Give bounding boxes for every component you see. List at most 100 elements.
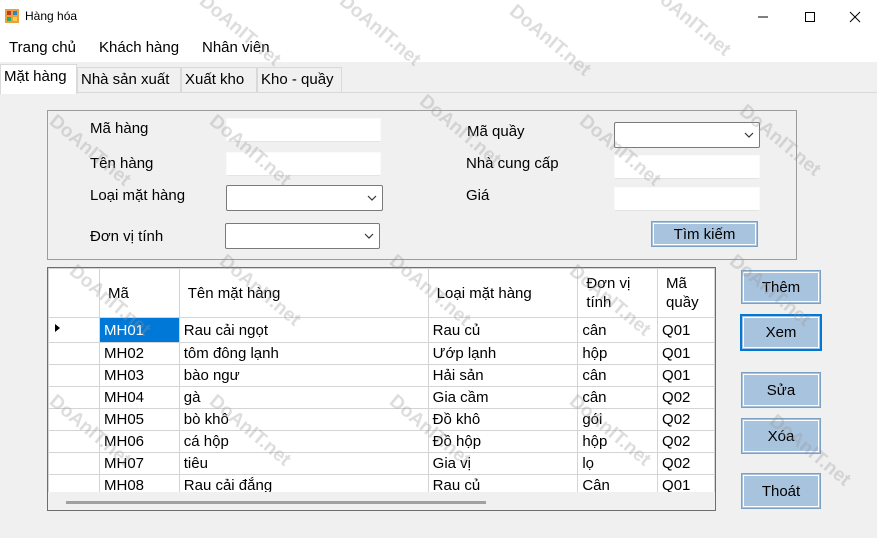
chevron-down-icon	[744, 132, 754, 138]
grid-table: Mã Tên mặt hàng Loại mặt hàng Đơn vị tín…	[48, 268, 715, 497]
cell-don-vi-tinh[interactable]: lọ	[577, 452, 659, 475]
table-row[interactable]: MH03 bào ngư Hải sản cân Q01	[48, 364, 715, 387]
search-button[interactable]: Tìm kiếm	[651, 221, 758, 247]
window-title: Hàng hóa	[25, 9, 78, 23]
close-icon	[849, 11, 861, 23]
cell-ma[interactable]: MH05	[99, 408, 180, 431]
row-header-corner	[48, 268, 100, 318]
xem-button[interactable]: Xem	[740, 314, 822, 351]
cell-ma[interactable]: MH07	[99, 452, 180, 475]
table-row[interactable]: MH06 cá hộp Đồ hộp hộp Q02	[48, 430, 715, 453]
minimize-icon	[758, 16, 768, 18]
thoat-button[interactable]: Thoát	[741, 473, 821, 509]
tab-xuat-kho[interactable]: Xuất kho	[181, 67, 257, 93]
ten-hang-label: Tên hàng	[90, 155, 154, 172]
cell-ma-quay[interactable]: Q02	[657, 430, 715, 453]
cell-loai-mat-hang[interactable]: Gia cầm	[427, 386, 579, 409]
ma-hang-input[interactable]	[226, 118, 381, 142]
row-header[interactable]	[48, 430, 100, 453]
row-header[interactable]	[48, 364, 100, 387]
menu-item-trang-chu[interactable]: Trang chủ	[9, 39, 76, 56]
table-row[interactable]: MH04 gà Gia cầm cân Q02	[48, 386, 715, 409]
cell-loai-mat-hang[interactable]: Rau củ	[427, 317, 579, 343]
don-vi-tinh-select[interactable]	[225, 223, 380, 249]
cell-don-vi-tinh[interactable]: cân	[577, 364, 659, 387]
cell-loai-mat-hang[interactable]: Đồ hộp	[427, 430, 579, 453]
cell-ten-mat-hang[interactable]: bào ngư	[178, 364, 429, 387]
cell-loai-mat-hang[interactable]: Gia vị	[427, 452, 579, 475]
loai-mat-hang-select[interactable]	[226, 185, 383, 211]
row-header[interactable]	[48, 342, 100, 365]
cell-loai-mat-hang[interactable]: Đồ khô	[427, 408, 579, 431]
menu-item-khach-hang[interactable]: Khách hàng	[99, 39, 179, 56]
cell-don-vi-tinh[interactable]: cân	[577, 317, 659, 343]
table-row[interactable]: MH01 Rau cải ngọt Rau củ cân Q01	[48, 317, 715, 343]
tab-nha-san-xuat[interactable]: Nhà sản xuất	[77, 67, 181, 93]
table-row[interactable]: MH07 tiêu Gia vị lọ Q02	[48, 452, 715, 475]
menu-item-nhan-vien[interactable]: Nhân viên	[202, 39, 270, 56]
loai-mat-hang-label: Loại mặt hàng	[90, 187, 186, 204]
tab-kho-quay[interactable]: Kho - quầy	[257, 67, 342, 93]
gia-input[interactable]	[614, 187, 760, 211]
cell-ma[interactable]: MH04	[99, 386, 180, 409]
maximize-icon	[805, 12, 815, 22]
cell-ten-mat-hang[interactable]: Rau cải ngọt	[178, 317, 429, 343]
table-row[interactable]: MH02 tôm đông lạnh Ướp lạnh hộp Q01	[48, 342, 715, 365]
table-row[interactable]: MH05 bò khô Đồ khô gói Q02	[48, 408, 715, 431]
row-header[interactable]	[48, 317, 100, 343]
cell-loai-mat-hang[interactable]: Ướp lạnh	[427, 342, 579, 365]
nha-cung-cap-label: Nhà cung cấp	[466, 155, 559, 172]
menu-bar: Trang chủ Khách hàng Nhân viên	[0, 34, 877, 62]
them-button[interactable]: Thêm	[741, 270, 821, 304]
row-header[interactable]	[48, 452, 100, 475]
cell-ten-mat-hang[interactable]: bò khô	[178, 408, 429, 431]
app-icon	[5, 9, 19, 23]
scrollbar-thumb[interactable]	[66, 501, 486, 504]
cell-ma-quay[interactable]: Q01	[657, 342, 715, 365]
cell-ma[interactable]: MH01	[99, 317, 180, 343]
cell-loai-mat-hang[interactable]: Hải sản	[427, 364, 579, 387]
tab-mat-hang[interactable]: Mặt hàng	[0, 64, 77, 94]
row-header[interactable]	[48, 408, 100, 431]
data-grid[interactable]: Mã Tên mặt hàng Loại mặt hàng Đơn vị tín…	[47, 267, 716, 511]
cell-ten-mat-hang[interactable]: tôm đông lạnh	[178, 342, 429, 365]
cell-ma-quay[interactable]: Q02	[657, 408, 715, 431]
sua-button[interactable]: Sửa	[741, 372, 821, 408]
ten-hang-input[interactable]	[226, 152, 381, 176]
nha-cung-cap-input[interactable]	[614, 155, 760, 179]
column-header-ten-mat-hang[interactable]: Tên mặt hàng	[178, 268, 429, 318]
horizontal-scrollbar[interactable]	[48, 492, 715, 510]
ma-quay-select[interactable]	[614, 122, 760, 148]
xoa-button[interactable]: Xóa	[741, 418, 821, 454]
cell-ma[interactable]: MH02	[99, 342, 180, 365]
current-row-arrow-icon	[55, 324, 60, 332]
cell-don-vi-tinh[interactable]: hộp	[577, 342, 659, 365]
column-header-ma[interactable]: Mã	[99, 268, 180, 318]
cell-ma-quay[interactable]: Q02	[657, 386, 715, 409]
cell-ma[interactable]: MH03	[99, 364, 180, 387]
cell-ten-mat-hang[interactable]: tiêu	[178, 452, 429, 475]
cell-don-vi-tinh[interactable]: cân	[577, 386, 659, 409]
cell-ma-quay[interactable]: Q01	[657, 364, 715, 387]
row-header[interactable]	[48, 386, 100, 409]
close-button[interactable]	[832, 0, 877, 34]
ma-quay-label: Mã quầy	[467, 123, 525, 140]
cell-don-vi-tinh[interactable]: gói	[577, 408, 659, 431]
ma-hang-label: Mã hàng	[90, 120, 149, 137]
cell-ma-quay[interactable]: Q01	[657, 317, 715, 343]
don-vi-tinh-label: Đơn vị tính	[90, 228, 164, 245]
cell-ma-quay[interactable]: Q02	[657, 452, 715, 475]
minimize-button[interactable]	[740, 0, 786, 34]
chevron-down-icon	[364, 233, 374, 239]
cell-ten-mat-hang[interactable]: gà	[178, 386, 429, 409]
grid-header-row: Mã Tên mặt hàng Loại mặt hàng Đơn vị tín…	[48, 268, 715, 318]
tab-strip: Mặt hàng Nhà sản xuất Xuất kho Kho - quầ…	[0, 64, 877, 94]
column-header-don-vi-tinh[interactable]: Đơn vị tính	[577, 268, 659, 318]
chevron-down-icon	[367, 195, 377, 201]
cell-don-vi-tinh[interactable]: hộp	[577, 430, 659, 453]
column-header-ma-quay[interactable]: Mã quầy	[657, 268, 715, 318]
maximize-button[interactable]	[787, 0, 833, 34]
cell-ma[interactable]: MH06	[99, 430, 180, 453]
column-header-loai-mat-hang[interactable]: Loại mặt hàng	[427, 268, 579, 318]
cell-ten-mat-hang[interactable]: cá hộp	[178, 430, 429, 453]
